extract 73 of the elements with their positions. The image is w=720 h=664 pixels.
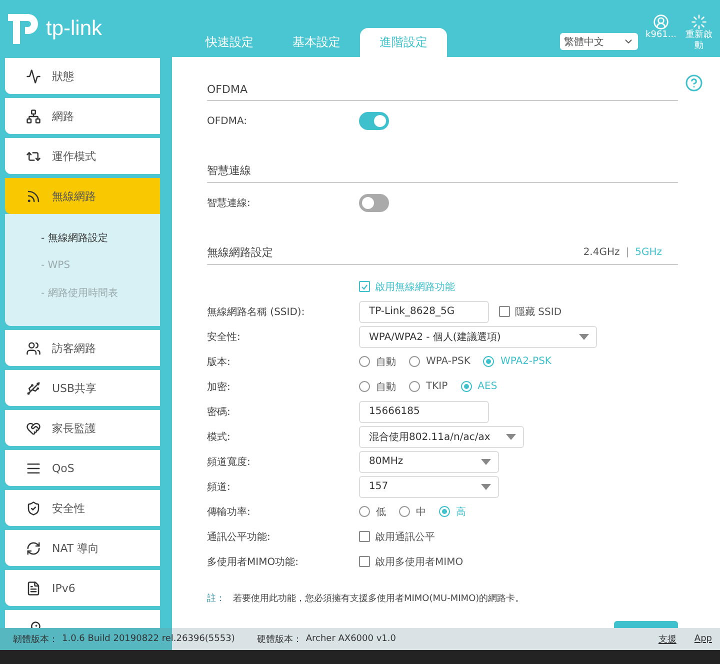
band-link[interactable]: 2.4GHz xyxy=(583,247,620,258)
sidebar-item[interactable]: NAT 導向 xyxy=(5,530,160,566)
field-label: 通訊公平功能: xyxy=(207,530,272,544)
sidebar-item[interactable]: QoS xyxy=(5,450,160,486)
field-label: 密碼: xyxy=(207,406,232,418)
check-icon xyxy=(361,284,368,290)
radio-option[interactable]: 自動 xyxy=(359,354,396,368)
sidebar-item[interactable]: 安全性 xyxy=(5,490,160,526)
radio-option[interactable]: 低 xyxy=(359,504,386,518)
sidebar-item[interactable]: 訪客網路 xyxy=(5,330,160,366)
footer-link[interactable]: App xyxy=(694,634,712,644)
hardware-version: Archer AX6000 v1.0 xyxy=(306,634,396,644)
caret-icon xyxy=(506,434,516,440)
field-label: 頻道: xyxy=(207,480,232,494)
radio-option[interactable]: 中 xyxy=(399,504,426,518)
radio-option[interactable]: 自動 xyxy=(359,380,396,394)
section-title: OFDMA xyxy=(207,83,248,96)
language-select[interactable]: 繁體中文 xyxy=(560,33,638,50)
network-icon xyxy=(26,108,41,124)
note-text: 若要使用此功能，您必須擁有支援多使用者MIMO(MU-MIMO)的網路卡。 xyxy=(233,592,524,605)
sidebar-item[interactable]: 運作模式 xyxy=(5,138,160,174)
checkbox[interactable]: 隱藏 SSID xyxy=(499,304,562,318)
people-icon xyxy=(26,340,41,356)
field-label: 版本: xyxy=(207,356,232,368)
sidebar-item[interactable]: IPv6 xyxy=(5,570,160,606)
toggle-switch[interactable] xyxy=(359,112,389,130)
caret-icon xyxy=(579,334,589,340)
lines-icon xyxy=(26,460,41,476)
caret-icon xyxy=(481,484,491,490)
checkbox[interactable]: 啟用多使用者MIMO xyxy=(359,554,464,568)
dropdown[interactable]: 混合使用802.11a/n/ac/ax xyxy=(359,426,524,448)
hardware-label: 硬體版本： xyxy=(256,634,302,646)
submenu-item[interactable]: - 無線網路設定 xyxy=(41,231,160,245)
dropdown[interactable]: WPA/WPA2 - 個人(建議選項) xyxy=(359,326,597,348)
field-label: 安全性: xyxy=(207,330,242,344)
sidebar-item[interactable]: 無線網路 xyxy=(5,178,160,214)
input-field[interactable]: 15666185 xyxy=(359,400,489,422)
field-label: 頻道寬度: xyxy=(207,456,252,468)
field-label: 模式: xyxy=(207,430,232,444)
pulse-icon xyxy=(26,68,41,84)
input-field[interactable]: TP-Link_8628_5G xyxy=(359,300,489,322)
user-icon[interactable] xyxy=(653,14,669,30)
firmware-label: 韌體版本： xyxy=(13,634,58,646)
dropdown[interactable]: 80MHz xyxy=(359,450,499,472)
logo-text: tp-link xyxy=(46,17,102,41)
radio-option[interactable]: WPA-PSK xyxy=(409,354,470,368)
shield-icon xyxy=(26,500,41,516)
footer-link[interactable]: 支援 xyxy=(658,632,676,646)
section-title: 智慧連線 xyxy=(207,163,251,178)
field-label: 智慧連線: xyxy=(207,196,252,210)
sidebar-item[interactable]: 網路 xyxy=(5,98,160,134)
separator: | xyxy=(626,247,630,258)
sidebar-item[interactable]: USB共享 xyxy=(5,370,160,406)
field-label: 傳輸功率: xyxy=(207,506,252,518)
field-label: 多使用者MIMO功能: xyxy=(207,556,300,568)
checkbox[interactable]: 啟用通訊公平 xyxy=(359,530,435,544)
radio-option[interactable]: TKIP xyxy=(409,380,448,394)
dropdown[interactable]: 157 xyxy=(359,476,499,498)
section-title: 無線網路設定 xyxy=(207,245,273,260)
document-icon xyxy=(26,580,41,596)
field-label: 加密: xyxy=(207,380,232,394)
toggle-switch[interactable] xyxy=(359,194,389,212)
caret-icon xyxy=(481,458,491,464)
sidebar-item[interactable]: 家長監護 xyxy=(5,410,160,446)
refresh-icon xyxy=(26,540,41,556)
field-label: 無線網路名稱 (SSID): xyxy=(207,306,306,318)
sidebar-item[interactable]: 狀態 xyxy=(5,58,160,94)
field-label: OFDMA: xyxy=(207,116,248,126)
wifi-icon xyxy=(26,188,41,204)
spinner-icon[interactable] xyxy=(691,14,707,30)
help-icon[interactable] xyxy=(685,74,703,92)
usb-icon xyxy=(26,380,41,396)
note-label: 註： xyxy=(207,592,225,605)
